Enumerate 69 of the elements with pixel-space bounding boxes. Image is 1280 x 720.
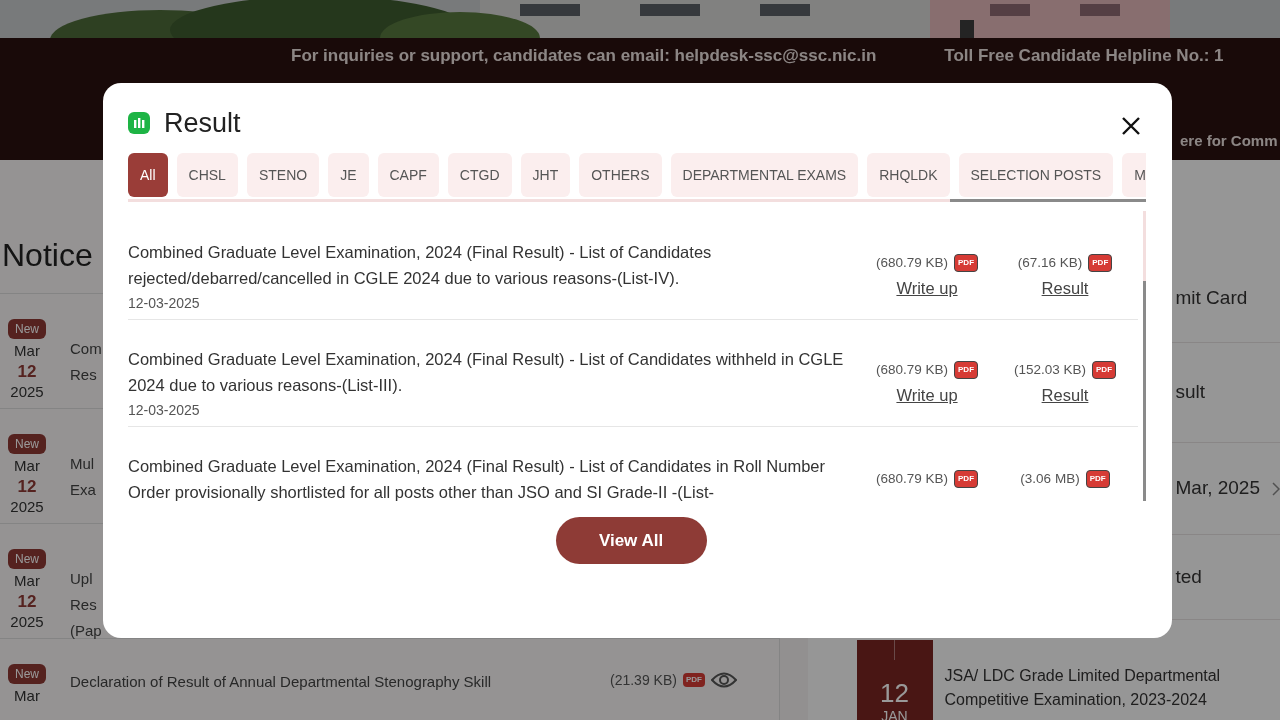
result-title[interactable]: Combined Graduate Level Examination, 2024 (Final Result) - List of Candidates in Roll Number Order provisionally shortlisted for all posts other than JSO and SI Grade-II -(List- (128, 453, 858, 501)
result-date: 12-03-2025 (128, 294, 201, 313)
new-badge: New (8, 434, 46, 454)
side-item[interactable]: ted (1175, 562, 1202, 592)
side-item[interactable]: sult (1175, 378, 1206, 407)
side-item[interactable]: mit Card (1175, 284, 1248, 313)
filter-tab[interactable]: DEPARTMENTAL EXAMS (670, 153, 859, 197)
notice-title[interactable]: Declaration of Result of Annual Departmental Stenography Skill (70, 669, 610, 695)
download-link[interactable]: Write up (896, 277, 958, 300)
result-date: 12-03-2025 (128, 401, 201, 420)
pdf-icon[interactable]: PDF (954, 254, 978, 272)
bar-chart-icon (128, 112, 150, 134)
new-badge: New (8, 549, 46, 569)
download-link[interactable]: Result (1041, 384, 1089, 407)
file-size: (680.79 KB) (875, 469, 948, 488)
filter-tab[interactable]: OTHERS (579, 153, 662, 197)
file-size: (67.16 KB) (1017, 253, 1083, 272)
side-item[interactable]: Mar, 2025 (1175, 474, 1260, 503)
filter-tab[interactable]: JHT (520, 153, 571, 197)
vertical-scrollbar[interactable] (1143, 211, 1146, 501)
pdf-icon[interactable]: PDF (954, 361, 978, 379)
pdf-icon[interactable]: PDF (954, 470, 978, 488)
new-badge: New (8, 319, 46, 339)
file-size: (21.39 KB) (610, 670, 677, 690)
filter-tab[interactable]: CAPF (377, 153, 439, 197)
dialog-title: Result (164, 107, 241, 139)
date-month: Mar (14, 456, 40, 476)
date-year: 2025 (10, 382, 44, 402)
event-day: 12 (880, 678, 909, 708)
file-size: (680.79 KB) (875, 253, 948, 272)
download-link[interactable]: Write up (896, 384, 958, 407)
info-message: For inquiries or support, candidates can email: helpdesk-ssc@ssc.nic.in (291, 45, 877, 67)
pdf-icon[interactable]: PDF (682, 673, 705, 687)
pdf-icon[interactable]: PDF (1085, 470, 1110, 488)
filter-tab[interactable]: CTGD (447, 153, 512, 197)
event-title[interactable]: JSA/ LDC Grade Limited Departmental (944, 664, 1221, 688)
view-all-button[interactable]: View All (555, 517, 707, 564)
info-message: Toll Free Candidate Helpline No.: 1 (944, 45, 1224, 67)
filter-tab[interactable]: CHSL (176, 153, 238, 197)
section-heading: Notice (2, 237, 93, 273)
close-button[interactable] (1120, 115, 1142, 137)
result-title[interactable]: Combined Graduate Level Examination, 2024 (Final Result) - List of Candidates rejected/debarred/cancelled in CGLE 2024 due to various reasons-(List-IV). (128, 239, 858, 291)
info-message: ere for Comm (1180, 132, 1278, 149)
chevron-right-icon[interactable] (1272, 481, 1280, 496)
file-size: (680.79 KB) (875, 360, 948, 379)
date-year: 2025 (10, 497, 44, 517)
date-day: 12 (17, 591, 37, 612)
file-size: (152.03 KB) (1013, 360, 1086, 379)
pdf-icon[interactable]: PDF (1092, 361, 1116, 379)
download-link[interactable]: Result (1041, 277, 1089, 300)
date-month: Mar (14, 341, 40, 361)
eye-icon[interactable] (710, 671, 737, 689)
event-title[interactable]: Competitive Examination, 2023-2024 (944, 688, 1221, 712)
horizontal-scrollbar[interactable] (128, 199, 1146, 202)
result-title[interactable]: Combined Graduate Level Examination, 2024 (Final Result) - List of Candidates withheld in CGLE 2024 due to various reasons-(List-III). (128, 346, 858, 398)
new-badge: New (8, 664, 46, 684)
pdf-icon[interactable]: PDF (1088, 254, 1113, 272)
filter-tab[interactable]: STENO (246, 153, 320, 197)
date-year: 2025 (10, 612, 44, 632)
filter-tab[interactable]: RHQLDK (867, 153, 950, 197)
file-size: (3.06 MB) (1020, 469, 1080, 488)
filter-tab[interactable]: All (128, 153, 168, 197)
filter-tab[interactable]: M (1122, 153, 1146, 197)
filter-tab[interactable]: JE (328, 153, 369, 197)
date-month: Mar (14, 571, 40, 591)
date-day: 12 (17, 476, 37, 497)
filter-tab[interactable]: SELECTION POSTS (958, 153, 1114, 197)
date-day: 12 (17, 361, 37, 382)
date-month: Mar (14, 686, 40, 706)
